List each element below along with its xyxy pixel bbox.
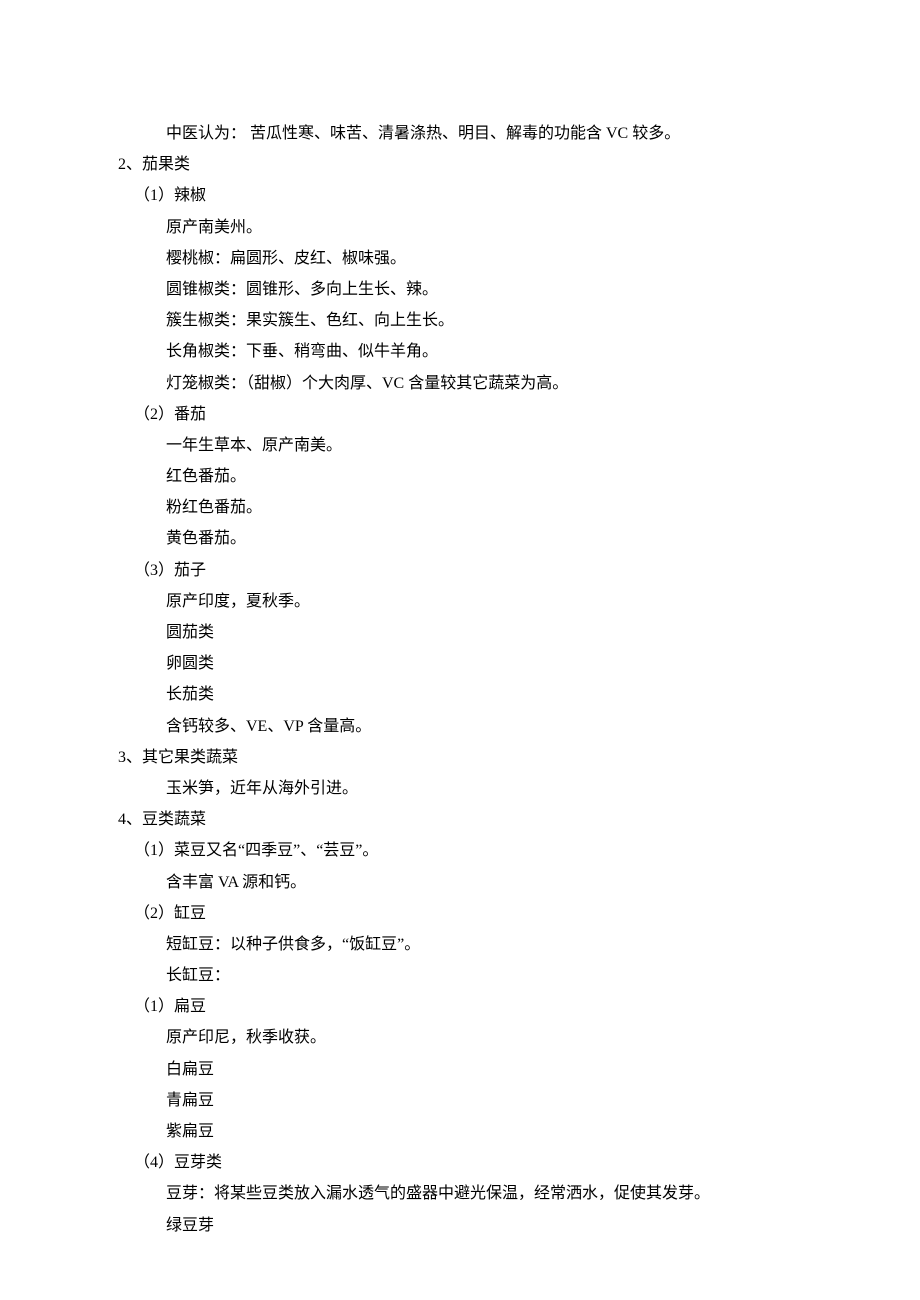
text-line: 白扁豆 — [118, 1054, 802, 1085]
text-line: （3）茄子 — [118, 555, 802, 586]
text-line: 圆锥椒类：圆锥形、多向上生长、辣。 — [118, 274, 802, 305]
text-line: （1）菜豆又名“四季豆”、“芸豆”。 — [118, 835, 802, 866]
text-line: （4）豆芽类 — [118, 1147, 802, 1178]
document-page: 中医认为： 苦瓜性寒、味苦、清暑涤热、明目、解毒的功能含 VC 较多。2、茄果类… — [0, 0, 920, 1300]
text-line: 含丰富 VA 源和钙。 — [118, 867, 802, 898]
text-line: 含钙较多、VE、VP 含量高。 — [118, 711, 802, 742]
text-line: 豆芽：将某些豆类放入漏水透气的盛器中避光保温，经常洒水，促使其发芽。 — [118, 1178, 802, 1209]
text-line: 簇生椒类：果实簇生、色红、向上生长。 — [118, 305, 802, 336]
text-line: 4、豆类蔬菜 — [118, 804, 802, 835]
text-line: 原产印度，夏秋季。 — [118, 586, 802, 617]
text-line: 玉米笋，近年从海外引进。 — [118, 773, 802, 804]
text-line: 黄色番茄。 — [118, 523, 802, 554]
text-line: 短缸豆：以种子供食多，“饭缸豆”。 — [118, 929, 802, 960]
text-line: 卵圆类 — [118, 648, 802, 679]
text-line: 红色番茄。 — [118, 461, 802, 492]
text-line: 粉红色番茄。 — [118, 492, 802, 523]
text-line: 一年生草本、原产南美。 — [118, 430, 802, 461]
text-line: 圆茄类 — [118, 617, 802, 648]
text-line: （2）缸豆 — [118, 898, 802, 929]
text-line: 3、其它果类蔬菜 — [118, 742, 802, 773]
text-line: 原产印尼，秋季收获。 — [118, 1022, 802, 1053]
text-line: 樱桃椒：扁圆形、皮红、椒味强。 — [118, 243, 802, 274]
text-line: 灯笼椒类：（甜椒）个大肉厚、VC 含量较其它蔬菜为高。 — [118, 368, 802, 399]
text-line: 2、茄果类 — [118, 149, 802, 180]
text-line: 紫扁豆 — [118, 1116, 802, 1147]
text-line: 长角椒类：下垂、稍弯曲、似牛羊角。 — [118, 336, 802, 367]
document-body: 中医认为： 苦瓜性寒、味苦、清暑涤热、明目、解毒的功能含 VC 较多。2、茄果类… — [118, 118, 802, 1241]
text-line: （2）番茄 — [118, 399, 802, 430]
text-line: （1）扁豆 — [118, 991, 802, 1022]
text-line: 绿豆芽 — [118, 1210, 802, 1241]
text-line: 青扁豆 — [118, 1085, 802, 1116]
text-line: 长茄类 — [118, 679, 802, 710]
text-line: （1）辣椒 — [118, 180, 802, 211]
text-line: 中医认为： 苦瓜性寒、味苦、清暑涤热、明目、解毒的功能含 VC 较多。 — [118, 118, 802, 149]
text-line: 原产南美州。 — [118, 212, 802, 243]
text-line: 长缸豆： — [118, 960, 802, 991]
